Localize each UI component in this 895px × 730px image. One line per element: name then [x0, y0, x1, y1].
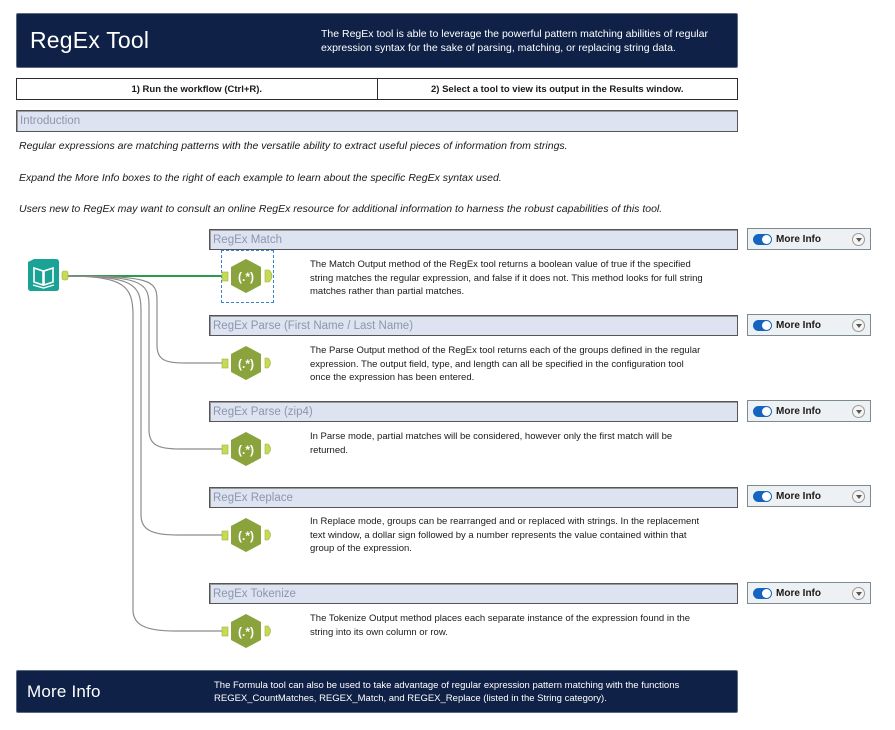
- regex-hexagon-icon: (.*): [221, 259, 273, 293]
- example-header-replace[interactable]: RegEx Replace: [209, 487, 738, 508]
- regex-tool-parse-name[interactable]: (.*): [220, 343, 280, 383]
- more-info-label: More Info: [776, 587, 821, 599]
- description-line: The Parse Output method of the RegEx too…: [310, 345, 701, 356]
- description-line: returned.: [310, 444, 349, 456]
- regex-tool-parse-zip4[interactable]: (.*): [220, 429, 280, 469]
- chevron-down-icon[interactable]: [852, 404, 865, 418]
- example-description-parse-name: The Parse Output method of the RegEx too…: [310, 344, 735, 385]
- description-line: In Replace mode, groups can be rearrange…: [310, 516, 700, 527]
- connection-tokenize[interactable]: [65, 275, 222, 632]
- connection-parse-name[interactable]: [65, 275, 222, 364]
- example-description-parse-zip4: In Parse mode, partial matches will be c…: [310, 430, 735, 457]
- more-info-toggle-match[interactable]: More Info: [747, 228, 871, 250]
- footer-banner: More Info The Formula tool can also be u…: [16, 670, 738, 713]
- more-info-label: More Info: [776, 233, 821, 245]
- description-line: group of the expression.: [310, 543, 412, 554]
- regex-hexagon-icon: (.*): [221, 518, 271, 552]
- svg-text:(.*): (.*): [238, 625, 254, 639]
- footer-description-line: REGEX_CountMatches, REGEX_Match, and REG…: [214, 693, 607, 704]
- regex-tool-replace[interactable]: (.*): [220, 515, 280, 555]
- example-description-replace: In Replace mode, groups can be rearrange…: [310, 515, 735, 556]
- description-line: expression. The output field, type, and …: [310, 358, 684, 370]
- svg-text:(.*): (.*): [238, 443, 254, 457]
- svg-text:(.*): (.*): [238, 357, 254, 371]
- footer-title: More Info: [27, 682, 101, 701]
- input-tool[interactable]: [26, 258, 70, 294]
- example-header-match[interactable]: RegEx Match: [209, 229, 738, 250]
- example-description-match: The Match Output method of the RegEx too…: [310, 258, 735, 299]
- regex-hexagon-icon: (.*): [221, 614, 271, 648]
- more-info-toggle-tokenize[interactable]: More Info: [747, 582, 871, 604]
- toggle-switch-icon[interactable]: [753, 490, 772, 502]
- connection-replace[interactable]: [65, 275, 222, 536]
- description-line: text window, a dollar sign followed by a…: [310, 529, 687, 541]
- chevron-down-icon[interactable]: [852, 232, 865, 246]
- toggle-switch-icon[interactable]: [753, 233, 772, 245]
- description-line: string matches the regular expression, a…: [310, 272, 703, 284]
- example-header-parse-name[interactable]: RegEx Parse (First Name / Last Name): [209, 315, 738, 336]
- svg-text:(.*): (.*): [238, 270, 254, 284]
- svg-text:(.*): (.*): [238, 529, 254, 543]
- more-info-label: More Info: [776, 405, 821, 417]
- description-line: The Tokenize Output method places each s…: [310, 613, 691, 624]
- chevron-down-icon[interactable]: [852, 489, 865, 503]
- example-header-tokenize[interactable]: RegEx Tokenize: [209, 583, 738, 604]
- description-line: once the expression has been entered.: [310, 372, 475, 383]
- chevron-down-icon[interactable]: [852, 586, 865, 600]
- description-line: In Parse mode, partial matches will be c…: [310, 431, 673, 442]
- description-line: string into its own column or row.: [310, 626, 448, 638]
- more-info-toggle-parse-name[interactable]: More Info: [747, 314, 871, 336]
- example-description-tokenize: The Tokenize Output method places each s…: [310, 612, 735, 639]
- more-info-toggle-parse-zip4[interactable]: More Info: [747, 400, 871, 422]
- footer-description: The Formula tool can also be used to tak…: [214, 679, 679, 705]
- book-icon: [28, 259, 69, 291]
- regex-hexagon-icon: (.*): [221, 432, 271, 466]
- more-info-label: More Info: [776, 490, 821, 502]
- toggle-switch-icon[interactable]: [753, 587, 772, 599]
- footer-description-line: The Formula tool can also be used to tak…: [214, 680, 680, 691]
- chevron-down-icon[interactable]: [852, 318, 865, 332]
- regex-tool-tokenize[interactable]: (.*): [220, 611, 280, 651]
- toggle-switch-icon[interactable]: [753, 405, 772, 417]
- example-header-parse-zip4[interactable]: RegEx Parse (zip4): [209, 401, 738, 422]
- more-info-toggle-replace[interactable]: More Info: [747, 485, 871, 507]
- regex-hexagon-icon: (.*): [221, 346, 271, 380]
- description-line: The Match Output method of the RegEx too…: [310, 259, 691, 270]
- regex-tool-match[interactable]: (.*): [220, 256, 280, 296]
- toggle-switch-icon[interactable]: [753, 319, 772, 331]
- more-info-label: More Info: [776, 319, 821, 331]
- description-line: matches rather than partial matches.: [310, 286, 465, 297]
